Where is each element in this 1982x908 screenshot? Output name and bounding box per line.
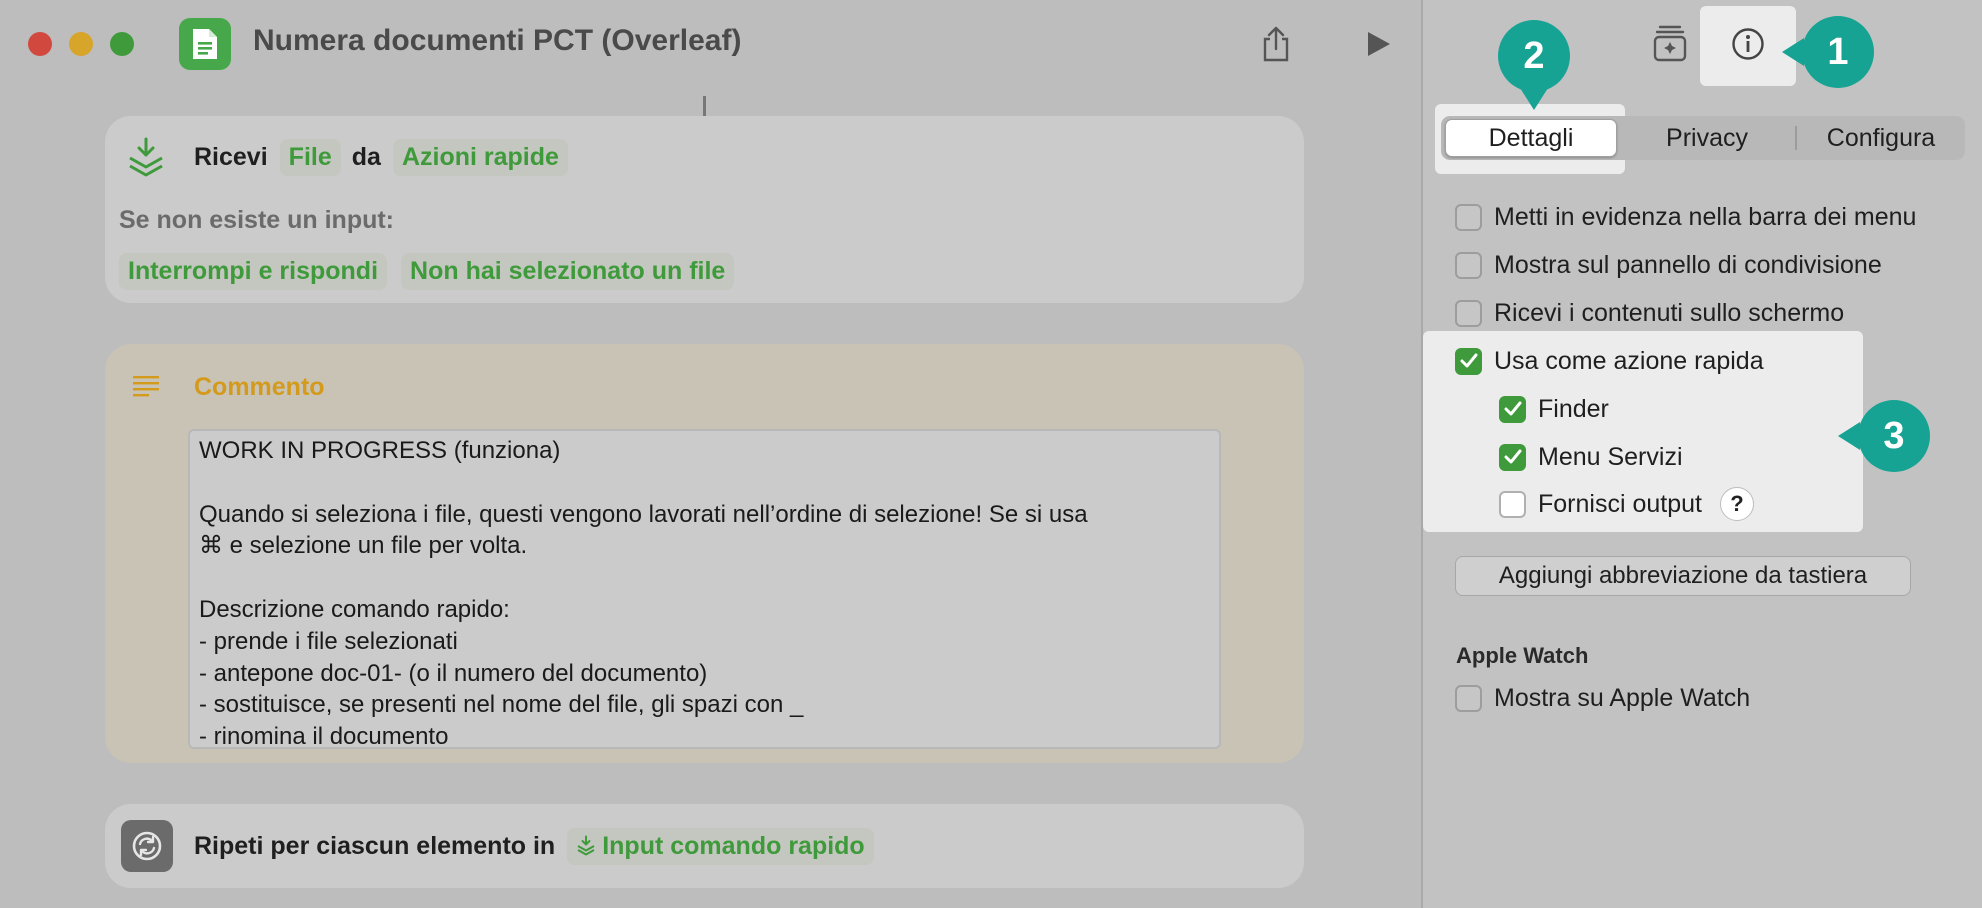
info-icon xyxy=(1732,28,1764,60)
checkbox-share-sheet[interactable] xyxy=(1455,251,1482,279)
option-provide-output[interactable]: Fornisci output ? xyxy=(1499,487,1754,521)
checkmark-icon xyxy=(1504,401,1521,416)
option-services-menu-label: Menu Servizi xyxy=(1538,442,1683,471)
option-finder-label: Finder xyxy=(1538,394,1609,423)
checkbox-screen-contents[interactable] xyxy=(1455,299,1482,327)
option-quick-action[interactable]: Usa come azione rapida xyxy=(1455,346,1764,376)
option-share-sheet-label: Mostra sul pannello di condivisione xyxy=(1494,250,1882,279)
repeat-icon xyxy=(121,820,173,872)
checkbox-provide-output[interactable] xyxy=(1499,490,1526,518)
add-keyboard-shortcut-button[interactable]: Aggiungi abbreviazione da tastiera xyxy=(1455,556,1911,596)
option-screen-contents[interactable]: Ricevi i contenuti sullo schermo xyxy=(1455,298,1844,328)
option-finder[interactable]: Finder xyxy=(1499,394,1609,424)
option-services-menu[interactable]: Menu Servizi xyxy=(1499,442,1683,472)
option-provide-output-label: Fornisci output xyxy=(1538,489,1702,518)
receive-verb: Ricevi xyxy=(194,142,268,171)
window-title: Numera documenti PCT (Overleaf) xyxy=(253,24,742,57)
info-button[interactable] xyxy=(1722,22,1774,66)
comment-text-area[interactable]: WORK IN PROGRESS (funziona) Quando si sel… xyxy=(188,429,1221,749)
shortcut-input-icon xyxy=(577,835,595,856)
close-window-button[interactable] xyxy=(28,32,52,56)
option-apple-watch[interactable]: Mostra su Apple Watch xyxy=(1455,683,1750,713)
play-icon xyxy=(1368,32,1390,56)
receive-tray-icon xyxy=(126,136,166,185)
repeat-input-token[interactable]: Input comando rapido xyxy=(567,827,874,865)
run-shortcut-button[interactable] xyxy=(1356,22,1400,66)
checkbox-menu-bar[interactable] xyxy=(1455,203,1482,231)
comment-line: Quando si seleziona i file, questi vengo… xyxy=(199,500,1088,528)
shortcut-document-icon xyxy=(179,18,231,70)
inspector-tabs: Dettagli Privacy Configura xyxy=(1441,116,1965,160)
zoom-window-button[interactable] xyxy=(110,32,134,56)
no-input-label: Se non esiste un input: xyxy=(119,205,395,234)
comment-title: Commento xyxy=(194,372,325,401)
tab-dettagli[interactable]: Dettagli xyxy=(1445,119,1617,157)
comment-line: WORK IN PROGRESS (funziona) xyxy=(199,437,561,464)
flow-connector xyxy=(703,96,706,116)
comment-line: - rinomina il documento xyxy=(199,723,449,749)
receive-input-action[interactable]: Ricevi File da Azioni rapide Se non esis… xyxy=(105,116,1304,303)
library-add-icon xyxy=(1653,25,1687,62)
input-source-token[interactable]: Azioni rapide xyxy=(392,138,568,176)
checkbox-services-menu[interactable] xyxy=(1499,443,1526,471)
option-share-sheet[interactable]: Mostra sul pannello di condivisione xyxy=(1455,250,1882,280)
share-icon xyxy=(1263,26,1289,62)
minimize-window-button[interactable] xyxy=(69,32,93,56)
checkbox-apple-watch[interactable] xyxy=(1455,684,1482,712)
option-apple-watch-label: Mostra su Apple Watch xyxy=(1494,683,1751,712)
apple-watch-heading: Apple Watch xyxy=(1456,643,1589,668)
callout-1-pointer xyxy=(1782,38,1804,66)
repeat-label: Ripeti per ciascun elemento in xyxy=(194,831,556,860)
from-word: da xyxy=(351,142,381,171)
tab-privacy[interactable]: Privacy xyxy=(1621,116,1793,160)
comment-line: - prende i file selezionati xyxy=(199,627,458,655)
callout-2-badge: 2 xyxy=(1498,20,1570,92)
share-button[interactable] xyxy=(1254,22,1298,66)
checkbox-quick-action[interactable] xyxy=(1455,347,1482,375)
repeat-input-label: Input comando rapido xyxy=(602,831,865,860)
add-to-library-button[interactable] xyxy=(1649,20,1691,66)
callout-1-badge: 1 xyxy=(1802,16,1874,88)
checkmark-icon xyxy=(1504,449,1521,464)
input-type-token[interactable]: File xyxy=(279,138,341,176)
help-button[interactable]: ? xyxy=(1719,487,1754,521)
option-menu-bar[interactable]: Metti in evidenza nella barra dei menu xyxy=(1455,202,1916,232)
comment-line xyxy=(199,562,1210,594)
tab-configura[interactable]: Configura xyxy=(1797,116,1965,160)
editor-pane: Numera documenti PCT (Overleaf) Ricevi F… xyxy=(0,0,1421,908)
checkbox-finder[interactable] xyxy=(1499,395,1526,423)
comment-line xyxy=(199,467,1210,499)
option-screen-contents-label: Ricevi i contenuti sullo schermo xyxy=(1494,298,1845,327)
callout-3-pointer xyxy=(1838,422,1860,450)
text-lines-icon xyxy=(133,374,161,403)
comment-line: - antepone doc-01- (o il numero del docu… xyxy=(199,659,708,687)
callout-3-badge: 3 xyxy=(1858,400,1930,472)
repeat-each-action[interactable]: Ripeti per ciascun elemento in Input com… xyxy=(105,804,1304,888)
no-input-action-token[interactable]: Interrompi e rispondi xyxy=(119,252,388,290)
no-input-message-token[interactable]: Non hai selezionato un file xyxy=(401,252,735,290)
comment-line: - sostituisce, se presenti nel nome del … xyxy=(199,691,804,719)
option-menu-bar-label: Metti in evidenza nella barra dei menu xyxy=(1494,202,1917,231)
option-quick-action-label: Usa come azione rapida xyxy=(1494,346,1764,375)
comment-line: Descrizione comando rapido: xyxy=(199,595,510,623)
checkmark-icon xyxy=(1460,353,1477,368)
comment-action[interactable]: Commento WORK IN PROGRESS (funziona) Quan… xyxy=(105,344,1304,763)
comment-line: ⌘ e selezione un file per volta. xyxy=(199,532,528,560)
